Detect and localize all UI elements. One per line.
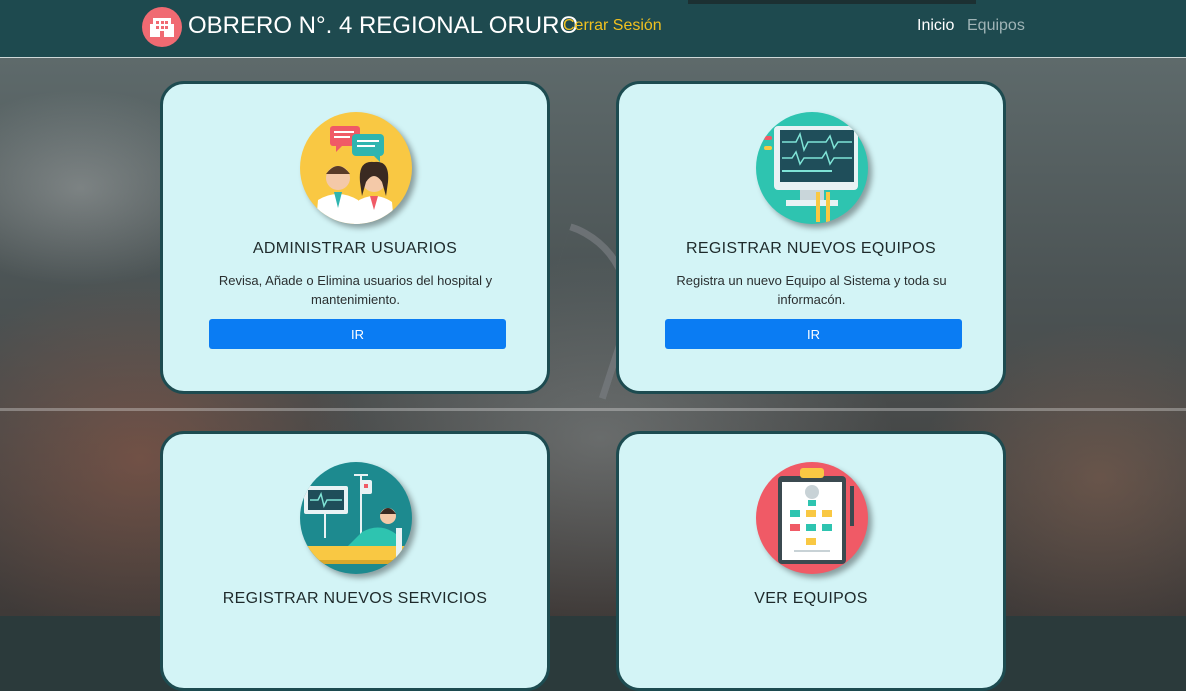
patient-bed-icon xyxy=(300,462,412,574)
card-title: REGISTRAR NUEVOS EQUIPOS xyxy=(686,240,936,257)
navbar: OBRERO N°. 4 REGIONAL ORURO Cerrar Sesió… xyxy=(0,0,1186,58)
brand-title[interactable]: OBRERO N°. 4 REGIONAL ORURO xyxy=(188,12,578,40)
doctors-chat-icon xyxy=(300,112,412,224)
card-registrar-nuevos-servicios: REGISTRAR NUEVOS SERVICIOS xyxy=(160,431,550,691)
card-registrar-nuevos-equipos: REGISTRAR NUEVOS EQUIPOS Registra un nue… xyxy=(616,81,1006,394)
clipboard-flowchart-icon xyxy=(756,462,868,574)
nav-link-inicio[interactable]: Inicio xyxy=(917,17,954,35)
hospital-icon[interactable] xyxy=(142,7,182,47)
logout-link[interactable]: Cerrar Sesión xyxy=(563,17,662,35)
card-description: Revisa, Añade o Elimina usuarios del hos… xyxy=(218,273,493,307)
card-title: VER EQUIPOS xyxy=(754,590,868,607)
ir-button[interactable]: IR xyxy=(665,319,962,349)
nav-link-equipos[interactable]: Equipos xyxy=(967,17,1025,35)
monitor-ecg-icon xyxy=(756,112,868,224)
ir-button[interactable]: IR xyxy=(209,319,506,349)
card-ver-equipos: VER EQUIPOS xyxy=(616,431,1006,691)
card-title: ADMINISTRAR USUARIOS xyxy=(252,240,458,257)
card-administrar-usuarios: ADMINISTRAR USUARIOS Revisa, Añade o Eli… xyxy=(160,81,550,394)
card-description: Registra un nuevo Equipo al Sistema y to… xyxy=(676,273,947,307)
top-edge-shadow xyxy=(688,0,976,4)
card-title: REGISTRAR NUEVOS SERVICIOS xyxy=(222,590,488,607)
background-ecg-line xyxy=(0,408,1186,431)
